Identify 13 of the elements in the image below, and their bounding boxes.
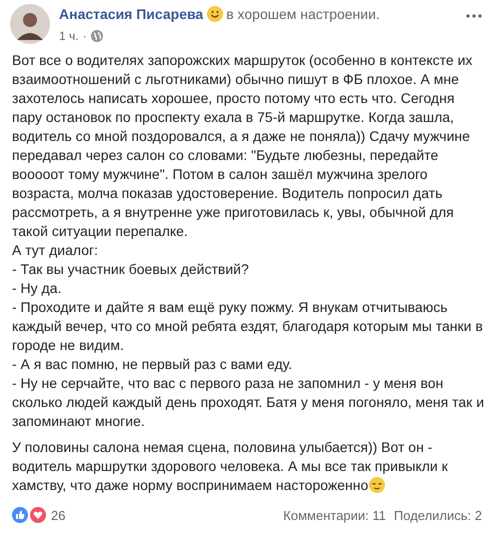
avatar-icon[interactable] <box>10 4 50 44</box>
reaction-count[interactable]: 26 <box>51 508 66 522</box>
smiley-icon <box>207 6 224 22</box>
shares-link[interactable]: Поделились: 2 <box>394 508 482 522</box>
post-time[interactable]: 1 ч. <box>59 29 79 43</box>
post-paragraph: У половины салона немая сцена, половина улыбается)) Вот он - водитель маршрутки здорового человека. А мы все так привыкли к хамству, что даже норму воспринимаем настороженно <box>12 438 449 495</box>
separator: · <box>82 29 87 43</box>
more-icon[interactable] <box>466 14 482 18</box>
like-icon[interactable] <box>12 507 28 523</box>
author-name[interactable]: Анастасия Писарева <box>59 5 204 23</box>
feeling-text: в хорошем настроении. <box>226 5 380 23</box>
post-paragraph: Вот все о водителях запорожских маршруток (особенно в контексте их взаимоотношений с льготниками) обычно пишут в ФБ плохое. А мне захотелось написать хорошее, просто потому что есть что. Сегодня пару остановок по проспекту ехала в 75-й маршрутке. Когда зашла, водитель со мной поздоровался, а я даже не поняла)) Сдачу мужчине передавал через салон со словами: "Будьте любезны, передайте вооооот тому мужчине". Потом в салон зашёл мужчина зрелого возраста, молча показав удостоверение. Водитель попросил дать рассмотреть, а я внутренне уже приготовилась к, увы, обычной для такой ситуации перепалке. А тут диалог: - Так вы участник боевых действий? - Ну да. - Проходите и дайте я вам ещё руку пожму. Я внукам отчитываюсь каждый вечер, что со мной ребята ездят, благодаря которым мы танки в городе не видим. - А я вас помню, не первый раз с вами еду. - Ну не серчайте, что вас с первого раза не запомнил - у меня вон сколько людей каждый день проходят. Батя у меня погоняло, меня так и запоминают многие. <box>12 51 482 431</box>
comments-link[interactable]: Комментарии: 11 <box>283 508 386 522</box>
